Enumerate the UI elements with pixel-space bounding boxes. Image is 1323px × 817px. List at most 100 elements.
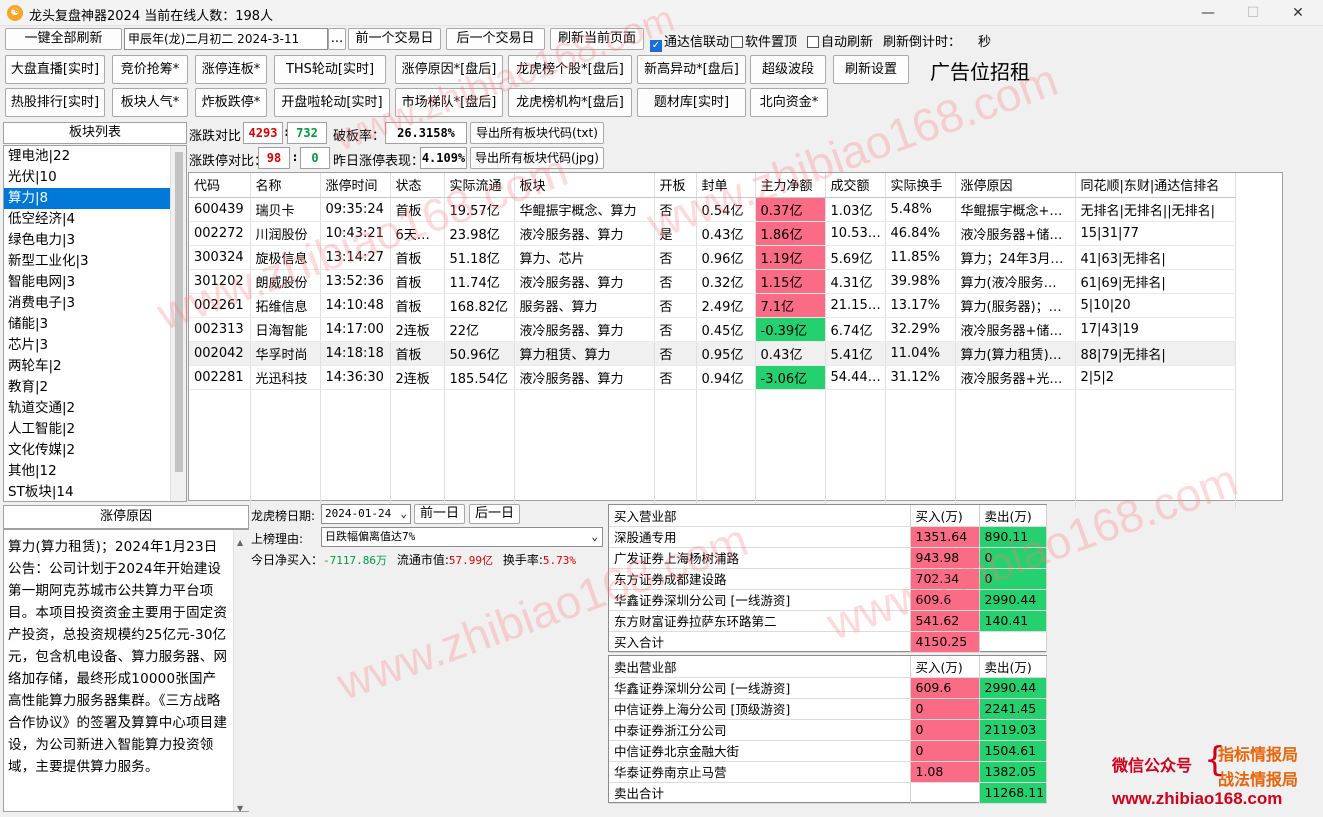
nav-broken-limit[interactable]: 炸板跌停* bbox=[195, 88, 267, 117]
column-header[interactable]: 实际换手 bbox=[885, 173, 956, 198]
lhb-reason-select[interactable]: 日跌幅偏离值达7% ⌄ bbox=[321, 527, 603, 547]
column-header[interactable]: 涨停原因 bbox=[955, 173, 1076, 198]
sector-list-item[interactable]: 文化传媒|2 bbox=[4, 440, 170, 461]
column-header[interactable]: 名称 bbox=[250, 173, 321, 198]
sector-list-item[interactable]: 人工智能|2 bbox=[4, 419, 170, 440]
column-header[interactable]: 封单 bbox=[696, 173, 756, 198]
nav-sector-popularity[interactable]: 板块人气* bbox=[112, 88, 188, 117]
nav-new-high[interactable]: 新高异动*[盘后] bbox=[637, 55, 746, 84]
table-row[interactable]: 300324 旋极信息 13:14:27 首板 51.18亿 算力、芯片否 0.96亿 1.1… bbox=[189, 245, 1236, 270]
nav-hot-stocks[interactable]: 热股排行[实时] bbox=[5, 88, 105, 117]
sector-list-item[interactable]: 消费电子|3 bbox=[4, 293, 170, 314]
column-header[interactable]: 涨停时间 bbox=[320, 173, 391, 198]
date-picker-button[interactable]: ... bbox=[328, 28, 346, 50]
sector-list-item[interactable]: 智能电网|3 bbox=[4, 272, 170, 293]
seat-row[interactable]: 中泰证券浙江分公司 0 2119.03 bbox=[609, 719, 1047, 741]
sector-list-item[interactable]: 轨道交通|2 bbox=[4, 398, 170, 419]
next-trading-day-button[interactable]: 后一个交易日 bbox=[446, 28, 545, 50]
scroll-down-icon[interactable]: ▼ bbox=[237, 798, 243, 817]
column-header[interactable]: 开板 bbox=[654, 173, 697, 198]
nav-market-live[interactable]: 大盘直播[实时] bbox=[5, 55, 105, 84]
table-row[interactable]: 301202 朗威股份 13:52:36 首板 11.74亿 液冷服务器、算力否 0.32亿… bbox=[189, 269, 1236, 294]
sector-list-item[interactable]: ST板块|14 bbox=[4, 482, 170, 501]
export-jpg-button[interactable]: 导出所有板块代码(jpg) bbox=[470, 147, 604, 169]
scroll-up-icon[interactable]: ▲ bbox=[237, 532, 243, 554]
scroll-thumb[interactable] bbox=[175, 152, 183, 472]
seat-row[interactable]: 中信证券北京金融大街 0 1504.61 bbox=[609, 740, 1047, 762]
minimize-button[interactable]: — bbox=[1185, 0, 1231, 26]
lhb-prev-day-button[interactable]: 前一日 bbox=[414, 504, 465, 524]
nav-ths-rotation[interactable]: THS轮动[实时] bbox=[274, 55, 386, 84]
nav-refresh-settings[interactable]: 刷新设置 bbox=[833, 55, 909, 84]
table-row[interactable]: 002042 华孚时尚 14:18:18 首板 50.96亿 算力租赁、算力否 0.95亿 0… bbox=[189, 341, 1236, 366]
table-row[interactable]: 002272 川润股份 10:43:21 6天… 23.98亿 液冷服务器、算力是 0.43… bbox=[189, 221, 1236, 246]
refresh-all-button[interactable]: 一键全部刷新 bbox=[5, 28, 122, 50]
nav-limit-up-streak[interactable]: 涨停连板* bbox=[195, 55, 267, 84]
table-row[interactable]: 002281 光迅科技 14:36:30 2连板 185.54亿 液冷服务器、算力否 0.9… bbox=[189, 365, 1236, 390]
tdx-link-checkbox[interactable]: ✓ 通达信联动 bbox=[650, 31, 729, 52]
sector-list-item[interactable]: 低空经济|4 bbox=[4, 209, 170, 230]
sector-list[interactable]: 锂电池|22 光伏|10 算力|8 低空经济|4 绿色电力|3 新型工业化|3 智能电网|3… bbox=[3, 145, 187, 502]
prev-trading-day-button[interactable]: 前一个交易日 bbox=[348, 28, 441, 50]
column-header[interactable]: 状态 bbox=[390, 173, 445, 198]
reason-scrollbar[interactable]: ▲ ▼ bbox=[233, 530, 249, 813]
empty-cell bbox=[696, 413, 756, 437]
lhb-date-picker[interactable]: 2024-01-24 ⌄ bbox=[321, 504, 411, 524]
seat-row[interactable]: 华鑫证券深圳分公司 [一线游资] 609.6 2990.44 bbox=[609, 589, 1047, 611]
sector-list-item[interactable]: 储能|3 bbox=[4, 314, 170, 335]
sell-seats-table[interactable]: 卖出营业部 买入(万) 卖出(万) 华鑫证券深圳分公司 [一线游资] 609.6 299… bbox=[608, 655, 1047, 804]
export-txt-button[interactable]: 导出所有板块代码(txt) bbox=[470, 122, 604, 144]
seat-name: 华鑫证券深圳分公司 [一线游资] bbox=[609, 677, 911, 699]
column-header[interactable]: 代码 bbox=[189, 173, 251, 198]
lhb-next-day-button[interactable]: 后一日 bbox=[469, 504, 520, 524]
nav-kpl-rotation[interactable]: 开盘啦轮动[实时] bbox=[274, 88, 390, 117]
seat-row[interactable]: 广发证券上海杨树浦路 943.98 0 bbox=[609, 547, 1047, 569]
nav-dragon-tiger-stock[interactable]: 龙虎榜个股*[盘后] bbox=[508, 55, 632, 84]
unchecked-box-icon bbox=[731, 36, 743, 48]
table-row[interactable]: 600439 瑞贝卡 09:35:24 首板 19.57亿 华鲲振宇概念、算力否 0.54亿… bbox=[189, 197, 1236, 222]
auto-refresh-checkbox[interactable]: 自动刷新 bbox=[807, 31, 873, 50]
column-header[interactable]: 板块 bbox=[514, 173, 655, 198]
seat-row[interactable]: 中信证券上海分公司 [顶级游资] 0 2241.45 bbox=[609, 698, 1047, 720]
nav-northbound[interactable]: 北向资金* bbox=[750, 88, 828, 117]
nav-dragon-tiger-inst[interactable]: 龙虎榜机构*[盘后] bbox=[508, 88, 632, 117]
seat-row[interactable]: 东方证券成都建设路 702.34 0 bbox=[609, 568, 1047, 590]
stock-table[interactable]: 代码 名称 涨停时间 状态 实际流通 板块 开板 封单 主力净额 成交额 实际换手 涨停原因 同花顺|东… bbox=[188, 172, 1283, 509]
date-field[interactable]: 甲辰年(龙)二月初二 2024-3-11 bbox=[124, 28, 328, 50]
seat-row[interactable]: 华泰证券南京止马营 1.08 1382.05 bbox=[609, 761, 1047, 783]
close-button[interactable]: ✕ bbox=[1275, 0, 1321, 26]
sector-list-item[interactable]: 其他|12 bbox=[4, 461, 170, 482]
column-header[interactable]: 同花顺|东财|通达信排名 bbox=[1075, 173, 1236, 198]
sector-list-item[interactable]: 算力|8 bbox=[4, 188, 170, 209]
nav-super-wave[interactable]: 超级波段 bbox=[750, 55, 826, 84]
nav-auction[interactable]: 竞价抢筹* bbox=[112, 55, 188, 84]
seat-row[interactable]: 深股通专用 1351.64 890.11 bbox=[609, 526, 1047, 548]
sector-list-item[interactable]: 教育|2 bbox=[4, 377, 170, 398]
column-header[interactable]: 主力净额 bbox=[755, 173, 826, 198]
cell-name: 川润股份 bbox=[250, 221, 321, 246]
sector-list-item[interactable]: 锂电池|22 bbox=[4, 146, 170, 167]
column-header[interactable]: 实际流通 bbox=[444, 173, 515, 198]
sector-list-item[interactable]: 两轮车|2 bbox=[4, 356, 170, 377]
column-header[interactable]: 成交额 bbox=[825, 173, 886, 198]
sector-list-item[interactable]: 芯片|3 bbox=[4, 335, 170, 356]
sector-list-item[interactable]: 绿色电力|3 bbox=[4, 230, 170, 251]
table-row[interactable]: 002261 拓维信息 14:10:48 首板 168.82亿 服务器、算力否 2.49亿 7… bbox=[189, 293, 1236, 318]
seat-row[interactable]: 东方财富证券拉萨东环路第二 541.62 140.41 bbox=[609, 610, 1047, 632]
seat-row[interactable]: 华鑫证券深圳分公司 [一线游资] 609.6 2990.44 bbox=[609, 677, 1047, 699]
refresh-page-button[interactable]: 刷新当前页面 bbox=[550, 28, 644, 50]
sector-list-item[interactable]: 光伏|10 bbox=[4, 167, 170, 188]
nav-market-ladder[interactable]: 市场梯队*[盘后] bbox=[395, 88, 503, 117]
sector-list-item[interactable]: 新型工业化|3 bbox=[4, 251, 170, 272]
sector-scrollbar[interactable] bbox=[170, 146, 186, 501]
turnover-rate-value: 5.73% bbox=[542, 554, 576, 567]
reason-text-box[interactable]: 算力(算力租赁)；2024年1月23日公告：公司计划于2024年开始建设第一期阿… bbox=[3, 529, 249, 813]
nav-limit-up-reason[interactable]: 涨停原因*[盘后] bbox=[395, 55, 503, 84]
nav-theme-library[interactable]: 题材库[实时] bbox=[637, 88, 746, 117]
table-row[interactable]: 002313 日海智能 14:17:00 2连板 22亿 液冷服务器、算力否 0.45亿 -0… bbox=[189, 317, 1236, 342]
buy-seats-table[interactable]: 买入营业部 买入(万) 卖出(万) 深股通专用 1351.64 890.11 广发证券上海… bbox=[608, 504, 1047, 653]
maximize-button[interactable]: ☐ bbox=[1230, 0, 1276, 26]
empty-cell bbox=[825, 437, 886, 461]
pin-top-checkbox[interactable]: 软件置顶 bbox=[731, 31, 797, 50]
seat-name: 华鑫证券深圳分公司 [一线游资] bbox=[609, 589, 911, 611]
